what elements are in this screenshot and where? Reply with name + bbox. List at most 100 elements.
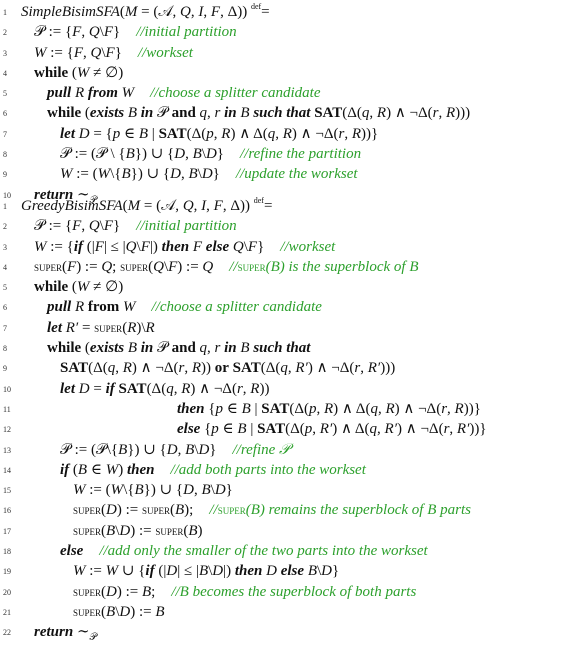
line-number: 2 bbox=[3, 222, 7, 232]
code-text: let D = if SAT(Δ(q, R) ∧ ¬Δ(r, R)) bbox=[60, 380, 270, 397]
code-text: if (B ∈ W) then//add both parts into the… bbox=[60, 461, 366, 478]
line-number: 3 bbox=[3, 242, 7, 252]
code-text: let D = {p ∈ B | SAT(Δ(p, R) ∧ Δ(q, R) ∧… bbox=[60, 125, 379, 142]
code-text: super(B\D) := super(B) bbox=[73, 522, 203, 539]
comment: //workset bbox=[137, 44, 193, 61]
comment: //add only the smaller of the two parts … bbox=[99, 543, 428, 560]
code-text: super(B\D) := B bbox=[73, 603, 165, 620]
algo-line: 4 super(F) := Q; super(Q\F) := Q//super(… bbox=[0, 257, 568, 277]
line-number: 15 bbox=[3, 486, 11, 496]
algo-line: 20 super(D) := B;//B becomes the superbl… bbox=[0, 582, 568, 602]
line-number: 18 bbox=[3, 547, 11, 557]
line-number: 8 bbox=[3, 150, 7, 160]
code-text: while (exists B in 𝒫 and q, r in B such … bbox=[47, 340, 311, 357]
code-text: while (W ≠ ∅) bbox=[34, 279, 124, 296]
code-text: else {p ∈ B | SAT(Δ(p, R′) ∧ Δ(q, R′) ∧ … bbox=[177, 421, 487, 438]
code-text: return ∼𝒫 bbox=[34, 624, 97, 644]
line-number: 19 bbox=[3, 567, 11, 577]
algo-line: 10 let D = if SAT(Δ(q, R) ∧ ¬Δ(r, R)) bbox=[0, 379, 568, 399]
code-text: super(D) := B;//B becomes the superblock… bbox=[73, 583, 417, 600]
line-number: 4 bbox=[3, 68, 7, 78]
algo-line: 18 else//add only the smaller of the two… bbox=[0, 541, 568, 561]
line-number: 21 bbox=[3, 607, 11, 617]
line-number: 7 bbox=[3, 323, 7, 333]
line-number: 22 bbox=[3, 628, 11, 638]
algo-line: 8 while (exists B in 𝒫 and q, r in B suc… bbox=[0, 338, 568, 358]
line-number: 3 bbox=[3, 48, 7, 58]
algo-line: 2 𝒫 := {F, Q\F}//initial partition bbox=[0, 22, 568, 42]
algo-line: 22 return ∼𝒫 bbox=[0, 622, 568, 644]
line-number: 6 bbox=[3, 109, 7, 119]
function-signature: SimpleBisimSFA(M = (𝒜, Q, I, F, Δ)) def= bbox=[21, 2, 270, 20]
comment: //add both parts into the workset bbox=[170, 461, 366, 478]
algo-line: 5 while (W ≠ ∅) bbox=[0, 277, 568, 297]
code-text: W := {if (|F| ≤ |Q\F|) then F else Q\F} /… bbox=[34, 238, 336, 255]
code-text: pull R from W//choose a splitter candida… bbox=[47, 85, 321, 102]
line-number: 9 bbox=[3, 170, 7, 180]
line-number: 10 bbox=[3, 384, 11, 394]
line-number: 2 bbox=[3, 28, 7, 38]
algo-line: 16 super(D) := super(B);//super(B) remai… bbox=[0, 500, 568, 520]
algo-line: 1 SimpleBisimSFA(M = (𝒜, Q, I, F, Δ)) de… bbox=[0, 2, 568, 22]
algo-line: 15 W := (W\{B}) ∪ {D, B\D} bbox=[0, 480, 568, 500]
algo-line: 11 then {p ∈ B | SAT(Δ(p, R) ∧ Δ(q, R) ∧… bbox=[0, 399, 568, 419]
code-text: W := W ∪ {if (|D| ≤ |B\D|) then D else B… bbox=[73, 563, 340, 580]
line-number: 5 bbox=[3, 89, 7, 99]
code-text: pull R from W//choose a splitter candida… bbox=[47, 299, 322, 316]
line-number: 4 bbox=[3, 262, 7, 272]
comment: //choose a splitter candidate bbox=[150, 85, 321, 102]
algo-line: 9 SAT(Δ(q, R) ∧ ¬Δ(r, R)) or SAT(Δ(q, R′… bbox=[0, 358, 568, 378]
code-text: SAT(Δ(q, R) ∧ ¬Δ(r, R)) or SAT(Δ(q, R′) … bbox=[60, 360, 396, 377]
line-number: 20 bbox=[3, 587, 11, 597]
comment: //initial partition bbox=[136, 218, 237, 235]
algo-line: 7 let R′ = super(R)\R bbox=[0, 318, 568, 338]
algo-line: 7 let D = {p ∈ B | SAT(Δ(p, R) ∧ Δ(q, R)… bbox=[0, 124, 568, 144]
line-number: 5 bbox=[3, 283, 7, 293]
code-text: else//add only the smaller of the two pa… bbox=[60, 543, 428, 560]
code-text: let R′ = super(R)\R bbox=[47, 319, 155, 336]
algo-line: 2 𝒫 := {F, Q\F}//initial partition bbox=[0, 216, 568, 236]
algo-line: 8 𝒫 := (𝒫 \ {B}) ∪ {D, B\D}//refine the … bbox=[0, 144, 568, 164]
code-text: W := (W\{B}) ∪ {D, B\D}//update the work… bbox=[60, 166, 358, 183]
function-signature: GreedyBisimSFA(M = (𝒜, Q, I, F, Δ)) def= bbox=[21, 196, 273, 214]
line-number: 14 bbox=[3, 465, 11, 475]
algo-line: 3 W := {F, Q\F}//workset bbox=[0, 43, 568, 63]
code-text: while (W ≠ ∅) bbox=[34, 64, 124, 81]
algo-line: 14 if (B ∈ W) then//add both parts into … bbox=[0, 460, 568, 480]
code-text: 𝒫 := {F, Q\F}//initial partition bbox=[34, 218, 237, 235]
code-text: 𝒫 := (𝒫\{B}) ∪ {D, B\D}//refine 𝒫 bbox=[60, 441, 290, 458]
algo-line: 4 while (W ≠ ∅) bbox=[0, 63, 568, 83]
algo-line: 9 W := (W\{B}) ∪ {D, B\D}//update the wo… bbox=[0, 164, 568, 184]
algo-line: 12 else {p ∈ B | SAT(Δ(p, R′) ∧ Δ(q, R′)… bbox=[0, 419, 568, 439]
line-number: 13 bbox=[3, 445, 11, 455]
algo-line: 21 super(B\D) := B bbox=[0, 602, 568, 622]
algo-line: 6 while (exists B in 𝒫 and q, r in B suc… bbox=[0, 103, 568, 123]
line-number: 1 bbox=[3, 202, 7, 211]
code-text: W := (W\{B}) ∪ {D, B\D} bbox=[73, 482, 233, 499]
comment: //B becomes the superblock of both parts bbox=[171, 583, 417, 600]
comment: //refine the partition bbox=[240, 146, 362, 163]
comment: //super(B) remains the superblock of B p… bbox=[209, 502, 471, 519]
algorithm-greedy-bisim-sfa: 1 GreedyBisimSFA(M = (𝒜, Q, I, F, Δ)) de… bbox=[0, 196, 568, 643]
code-text: 𝒫 := (𝒫 \ {B}) ∪ {D, B\D}//refine the pa… bbox=[60, 146, 362, 163]
line-number: 9 bbox=[3, 364, 7, 374]
algo-line: 13 𝒫 := (𝒫\{B}) ∪ {D, B\D}//refine 𝒫 bbox=[0, 440, 568, 460]
algorithm-simple-bisim-sfa: 1 SimpleBisimSFA(M = (𝒜, Q, I, F, Δ)) de… bbox=[0, 2, 568, 206]
line-number: 11 bbox=[3, 404, 11, 414]
algo-line: 19 W := W ∪ {if (|D| ≤ |B\D|) then D els… bbox=[0, 561, 568, 581]
line-number: 16 bbox=[3, 506, 11, 516]
algo-line: 6 pull R from W//choose a splitter candi… bbox=[0, 297, 568, 317]
code-text: W := {F, Q\F}//workset bbox=[34, 44, 193, 61]
line-number: 17 bbox=[3, 526, 11, 536]
comment: //workset bbox=[280, 238, 336, 255]
line-number: 12 bbox=[3, 425, 11, 435]
comment: //initial partition bbox=[136, 24, 237, 41]
algo-line: 17 super(B\D) := super(B) bbox=[0, 521, 568, 541]
comment: //choose a splitter candidate bbox=[151, 299, 322, 316]
code-text: super(D) := super(B);//super(B) remains … bbox=[73, 502, 471, 519]
comment: //refine 𝒫 bbox=[232, 441, 290, 458]
algo-line: 3 W := {if (|F| ≤ |Q\F|) then F else Q\F… bbox=[0, 237, 568, 257]
line-number: 8 bbox=[3, 344, 7, 354]
line-number: 7 bbox=[3, 129, 7, 139]
code-text: super(F) := Q; super(Q\F) := Q//super(B)… bbox=[34, 258, 419, 275]
